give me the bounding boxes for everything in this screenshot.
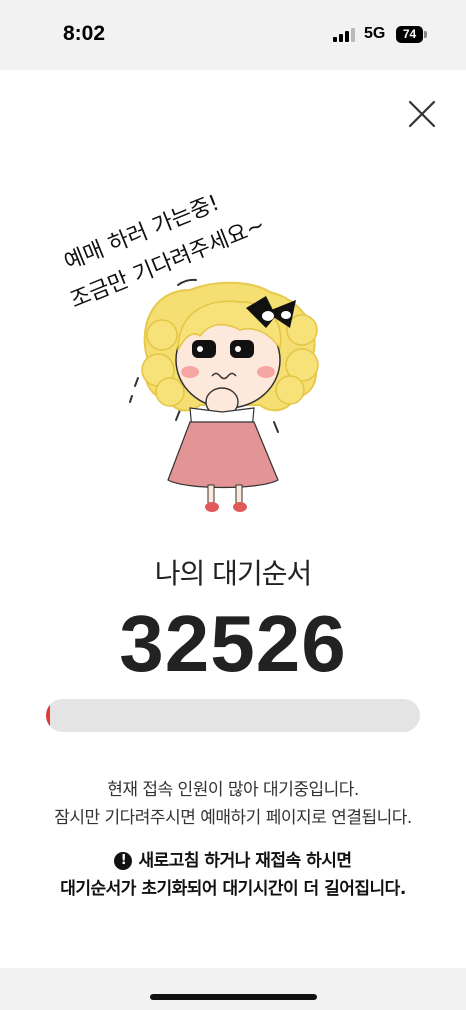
exclamation-circle-icon: ! xyxy=(114,852,133,870)
warning-line-2: 대기순서가 초기화되어 대기시간이 더 길어집니다. xyxy=(60,879,406,899)
status-time: 8:02 xyxy=(63,22,106,45)
bottom-bar xyxy=(0,968,466,1010)
info-line-1: 현재 접속 인원이 많아 대기중입니다. xyxy=(107,780,359,800)
queue-title: 나의 대기순서 xyxy=(154,557,312,590)
battery-icon: 74 xyxy=(396,26,423,43)
queue-progress-fill xyxy=(46,699,50,732)
info-line-2: 잠시만 기다려주시면 예매하기 페이지로 연결됩니다. xyxy=(54,808,412,828)
close-icon xyxy=(408,100,436,128)
queue-progress-bar xyxy=(46,699,420,732)
network-type: 5G xyxy=(364,25,386,42)
waiting-character-illustration: 예매 하러 가는중! 조금만 기다려주세요~ xyxy=(40,160,340,530)
warning-text-1: 새로고침 하거나 재접속 하시면 xyxy=(138,851,352,871)
close-button[interactable] xyxy=(404,96,440,132)
warning-line-1: ! 새로고침 하거나 재접속 하시면 xyxy=(0,846,466,871)
signal-icon xyxy=(333,28,357,42)
battery-tip xyxy=(424,31,427,38)
home-indicator[interactable] xyxy=(150,994,317,1000)
status-bar: 8:02 5G 74 xyxy=(0,0,466,70)
queue-number: 32526 xyxy=(119,599,347,688)
